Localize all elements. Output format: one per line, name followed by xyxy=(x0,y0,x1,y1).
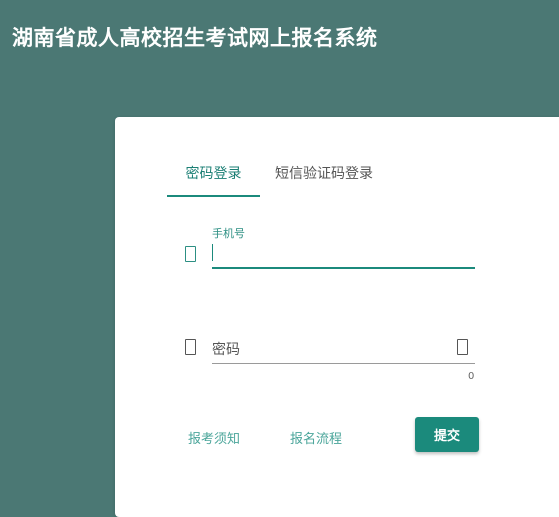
eye-icon[interactable] xyxy=(457,339,468,355)
password-input[interactable] xyxy=(212,335,475,364)
submit-button[interactable]: 提交 xyxy=(415,417,479,452)
tab-password-login[interactable]: 密码登录 xyxy=(167,157,260,197)
tab-sms-login[interactable]: 短信验证码登录 xyxy=(275,157,373,195)
registration-process-link[interactable]: 报名流程 xyxy=(290,428,342,447)
phone-input[interactable] xyxy=(212,241,475,269)
app-title: 湖南省成人高校招生考试网上报名系统 xyxy=(12,26,378,50)
phone-label: 手机号 xyxy=(212,227,245,240)
phone-icon xyxy=(185,246,196,262)
password-char-counter: 0 xyxy=(468,371,475,382)
lock-icon xyxy=(185,339,196,355)
exam-notice-link[interactable]: 报考须知 xyxy=(188,428,240,447)
login-card: 密码登录 短信验证码登录 手机号 0 报考须知 报名流程 提交 xyxy=(115,117,559,517)
text-cursor xyxy=(212,244,213,261)
